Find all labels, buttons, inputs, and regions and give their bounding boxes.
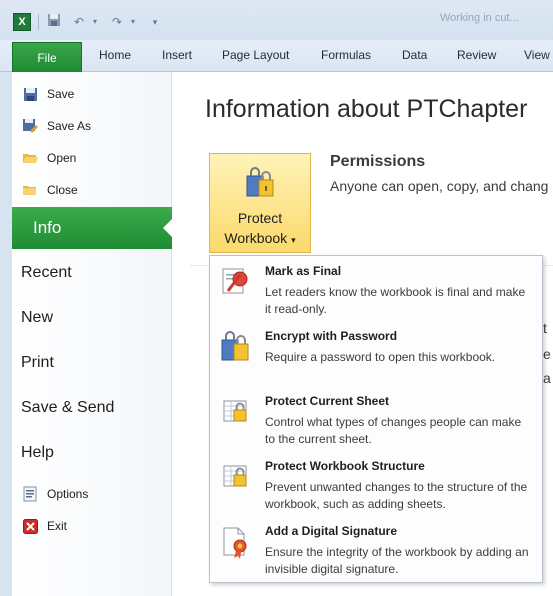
- exit-icon: [22, 518, 38, 534]
- permissions-heading: Permissions: [330, 153, 426, 170]
- obscured-text-fragment: a: [543, 370, 551, 386]
- nav-recent[interactable]: Recent: [21, 264, 72, 282]
- menu-item-title: Add a Digital Signature: [265, 524, 398, 538]
- nav-save-as[interactable]: Save As: [22, 115, 162, 137]
- tab-formulas[interactable]: Formulas: [321, 48, 371, 62]
- protect-button-line1: Protect: [237, 210, 283, 226]
- menu-item-protect-workbook-structure[interactable]: Protect Workbook Structure Prevent unwan…: [210, 451, 542, 514]
- backstage-edge: [0, 72, 12, 596]
- menu-item-title: Mark as Final: [265, 264, 342, 278]
- title-bar: X ↶ ▾ ↷ ▾ ▾ Working in cut...: [0, 0, 553, 40]
- menu-item-encrypt-with-password[interactable]: Encrypt with Password Require a password…: [210, 321, 542, 384]
- quick-access-separator: [38, 14, 39, 30]
- nav-open-label: Open: [47, 151, 77, 165]
- dropdown-arrow-icon: ▾: [291, 235, 296, 245]
- undo-dropdown-icon[interactable]: ▾: [86, 13, 104, 31]
- tab-view[interactable]: View: [524, 48, 550, 62]
- tab-page-layout[interactable]: Page Layout: [222, 48, 289, 62]
- menu-item-description: Require a password to open this workbook…: [265, 350, 496, 364]
- nav-info-label: Info: [33, 218, 62, 237]
- nav-close[interactable]: Close: [22, 179, 162, 201]
- tab-data[interactable]: Data: [402, 48, 427, 62]
- excel-app-icon[interactable]: X: [13, 13, 31, 31]
- nav-exit[interactable]: Exit: [22, 515, 162, 537]
- nav-info-pointer: [163, 218, 173, 238]
- nav-new[interactable]: New: [21, 309, 53, 327]
- nav-save-label: Save: [47, 87, 75, 101]
- nav-options[interactable]: Options: [22, 483, 162, 505]
- nav-save-as-label: Save As: [47, 119, 92, 133]
- menu-item-description: Prevent unwanted changes to the structur…: [265, 480, 528, 511]
- nav-exit-label: Exit: [47, 519, 68, 533]
- menu-item-mark-as-final[interactable]: Mark as Final Let readers know the workb…: [210, 256, 542, 319]
- menu-item-title: Protect Current Sheet: [265, 394, 390, 408]
- close-folder-icon: [22, 182, 38, 198]
- customize-icon[interactable]: ▾: [146, 13, 164, 31]
- open-folder-icon: [22, 150, 38, 166]
- protect-structure-icon: [220, 460, 252, 494]
- menu-item-title: Encrypt with Password: [265, 329, 398, 343]
- nav-save[interactable]: Save: [22, 83, 162, 105]
- options-icon: [22, 486, 38, 502]
- menu-item-add-digital-signature[interactable]: Add a Digital Signature Ensure the integ…: [210, 516, 542, 579]
- nav-info[interactable]: Info: [12, 207, 173, 249]
- obscured-text-fragment: e: [543, 346, 551, 362]
- tab-review[interactable]: Review: [457, 48, 496, 62]
- menu-item-title: Protect Workbook Structure: [265, 459, 425, 473]
- permissions-text: Anyone can open, copy, and chang: [330, 178, 549, 194]
- mark-final-icon: [220, 265, 252, 299]
- protect-button-line2: Workbook ▾: [224, 230, 296, 246]
- encrypt-lock-icon: [220, 330, 252, 364]
- redo-dropdown-icon[interactable]: ▾: [124, 13, 142, 31]
- tab-insert[interactable]: Insert: [162, 48, 192, 62]
- page-title: Information about PTChapter: [205, 95, 528, 123]
- file-tab[interactable]: File: [12, 42, 82, 72]
- protect-workbook-button[interactable]: Protect Workbook ▾: [209, 153, 311, 253]
- menu-item-protect-current-sheet[interactable]: Protect Current Sheet Control what types…: [210, 386, 542, 449]
- nav-save-and-send[interactable]: Save & Send: [21, 399, 114, 417]
- save-as-icon: [22, 118, 38, 134]
- save-icon[interactable]: [45, 13, 63, 31]
- menu-item-description: Ensure the integrity of the workbook by …: [265, 545, 529, 576]
- save-icon: [22, 86, 38, 102]
- digital-signature-icon: [220, 525, 252, 559]
- nav-options-label: Options: [47, 487, 89, 501]
- menu-item-description: Let readers know the workbook is final a…: [265, 285, 526, 316]
- menu-item-description: Control what types of changes people can…: [265, 415, 522, 446]
- window-title: Working in cut...: [440, 12, 519, 24]
- nav-help[interactable]: Help: [21, 444, 54, 462]
- protect-workbook-menu: Mark as Final Let readers know the workb…: [209, 255, 543, 583]
- obscured-text-fragment: t: [543, 320, 547, 336]
- protect-sheet-icon: [220, 395, 252, 429]
- nav-close-label: Close: [47, 183, 78, 197]
- protect-workbook-icon: [245, 166, 277, 198]
- tab-home[interactable]: Home: [99, 48, 131, 62]
- nav-print[interactable]: Print: [21, 354, 54, 372]
- nav-open[interactable]: Open: [22, 147, 162, 169]
